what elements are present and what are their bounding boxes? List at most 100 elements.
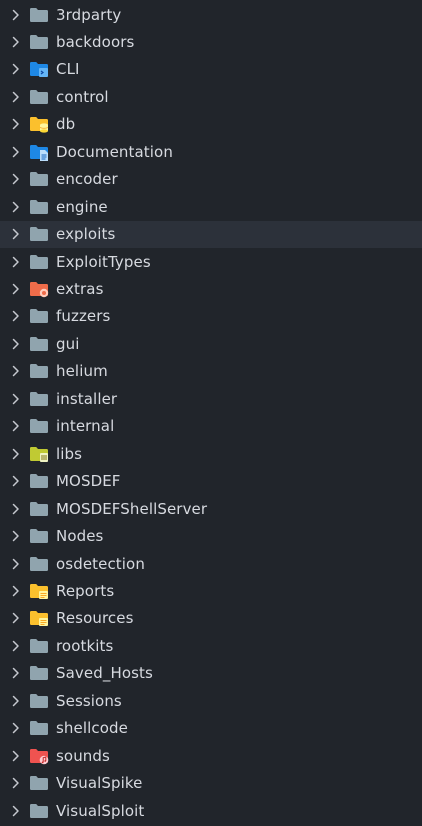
chevron-right-icon[interactable] — [4, 358, 28, 385]
file-explorer-tree: 3rdparty backdoors CLI control db Documentati… — [0, 0, 422, 826]
chevron-right-icon[interactable] — [4, 138, 28, 165]
folder-docs-icon — [29, 143, 49, 161]
chevron-right-icon[interactable] — [4, 495, 28, 522]
folder-row-mosdefshellserver[interactable]: MOSDEFShellServer — [0, 495, 422, 522]
folder-row-helium[interactable]: helium — [0, 358, 422, 385]
chevron-right-icon[interactable] — [4, 742, 28, 769]
folder-row-visualsploit[interactable]: VisualSploit — [0, 797, 422, 824]
folder-label: engine — [56, 197, 108, 216]
folder-row-shellcode[interactable]: shellcode — [0, 715, 422, 742]
chevron-right-icon[interactable] — [4, 111, 28, 138]
folder-resource-icon — [29, 582, 49, 600]
folder-row-rootkits[interactable]: rootkits — [0, 632, 422, 659]
chevron-right-icon[interactable] — [4, 550, 28, 577]
folder-resource-icon — [29, 609, 49, 627]
folder-icon — [29, 390, 49, 408]
folder-row-engine[interactable]: engine — [0, 193, 422, 220]
chevron-right-icon[interactable] — [4, 28, 28, 55]
folder-label: Sessions — [56, 691, 122, 710]
folder-icon — [29, 253, 49, 271]
chevron-right-icon[interactable] — [4, 166, 28, 193]
folder-label: VisualSpike — [56, 774, 143, 793]
folder-row-control[interactable]: control — [0, 83, 422, 110]
folder-icon — [29, 88, 49, 106]
folder-label: extras — [56, 280, 104, 298]
folder-label: helium — [56, 362, 108, 381]
folder-row-visualspike[interactable]: VisualSpike — [0, 770, 422, 797]
chevron-right-icon[interactable] — [4, 385, 28, 412]
folder-icon — [29, 500, 49, 518]
chevron-right-icon[interactable] — [4, 468, 28, 495]
folder-label: MOSDEFShellServer — [56, 499, 208, 518]
folder-label: VisualSploit — [56, 801, 145, 820]
folder-row-reports[interactable]: Reports — [0, 577, 422, 604]
chevron-right-icon[interactable] — [4, 687, 28, 714]
folder-row-sessions[interactable]: Sessions — [0, 687, 422, 714]
folder-label: ExploitTypes — [56, 252, 151, 271]
chevron-right-icon[interactable] — [4, 715, 28, 742]
chevron-right-icon[interactable] — [4, 330, 28, 357]
folder-row-internal[interactable]: internal — [0, 413, 422, 440]
folder-icon — [29, 692, 49, 710]
folder-row-installer[interactable]: installer — [0, 385, 422, 412]
folder-row-resources[interactable]: Resources — [0, 605, 422, 632]
folder-row-nodes[interactable]: Nodes — [0, 523, 422, 550]
chevron-right-icon[interactable] — [4, 1, 28, 28]
folder-label: encoder — [56, 170, 118, 189]
folder-label: control — [56, 87, 109, 106]
chevron-right-icon[interactable] — [4, 221, 28, 248]
folder-label: backdoors — [56, 32, 135, 51]
folder-row-exploittypes[interactable]: ExploitTypes — [0, 248, 422, 275]
folder-row-3rdparty[interactable]: 3rdparty — [0, 1, 422, 28]
folder-label: fuzzers — [56, 307, 111, 326]
chevron-right-icon[interactable] — [4, 276, 28, 303]
folder-icon — [29, 307, 49, 325]
folder-icon — [29, 362, 49, 380]
folder-row-gui[interactable]: gui — [0, 330, 422, 357]
folder-label: gui — [56, 334, 80, 353]
chevron-right-icon[interactable] — [4, 770, 28, 797]
folder-icon — [29, 417, 49, 435]
folder-database-icon — [29, 115, 49, 133]
folder-row-documentation[interactable]: Documentation — [0, 138, 422, 165]
chevron-right-icon[interactable] — [4, 440, 28, 467]
folder-label: Saved_Hosts — [56, 664, 153, 683]
folder-row-saved_hosts[interactable]: Saved_Hosts — [0, 660, 422, 687]
folder-row-db[interactable]: db — [0, 111, 422, 138]
folder-label: libs — [56, 444, 83, 463]
folder-row-extras[interactable]: extras — [0, 276, 422, 303]
chevron-right-icon[interactable] — [4, 605, 28, 632]
folder-label: CLI — [56, 60, 80, 79]
folder-icon — [29, 719, 49, 737]
folder-icon — [29, 225, 49, 243]
folder-audio-icon — [29, 747, 49, 765]
folder-icon — [29, 6, 49, 24]
folder-icon — [29, 335, 49, 353]
folder-row-fuzzers[interactable]: fuzzers — [0, 303, 422, 330]
chevron-right-icon[interactable] — [4, 632, 28, 659]
folder-row-osdetection[interactable]: osdetection — [0, 550, 422, 577]
folder-row-cli[interactable]: CLI — [0, 56, 422, 83]
folder-icon — [29, 198, 49, 216]
folder-icon — [29, 33, 49, 51]
folder-label: internal — [56, 417, 115, 436]
folder-row-exploits[interactable]: exploits — [0, 220, 422, 248]
folder-label: rootkits — [56, 636, 114, 655]
folder-row-libs[interactable]: libs — [0, 440, 422, 467]
folder-row-backdoors[interactable]: backdoors — [0, 28, 422, 55]
chevron-right-icon[interactable] — [4, 83, 28, 110]
chevron-right-icon[interactable] — [4, 523, 28, 550]
chevron-right-icon[interactable] — [4, 193, 28, 220]
folder-row-mosdef[interactable]: MOSDEF — [0, 468, 422, 495]
folder-label: Resources — [56, 609, 134, 628]
chevron-right-icon[interactable] — [4, 248, 28, 275]
chevron-right-icon[interactable] — [4, 413, 28, 440]
chevron-right-icon[interactable] — [4, 577, 28, 604]
folder-row-sounds[interactable]: sounds — [0, 742, 422, 769]
folder-label: shellcode — [56, 719, 128, 738]
chevron-right-icon[interactable] — [4, 660, 28, 687]
chevron-right-icon[interactable] — [4, 797, 28, 824]
chevron-right-icon[interactable] — [4, 303, 28, 330]
folder-row-encoder[interactable]: encoder — [0, 166, 422, 193]
chevron-right-icon[interactable] — [4, 56, 28, 83]
